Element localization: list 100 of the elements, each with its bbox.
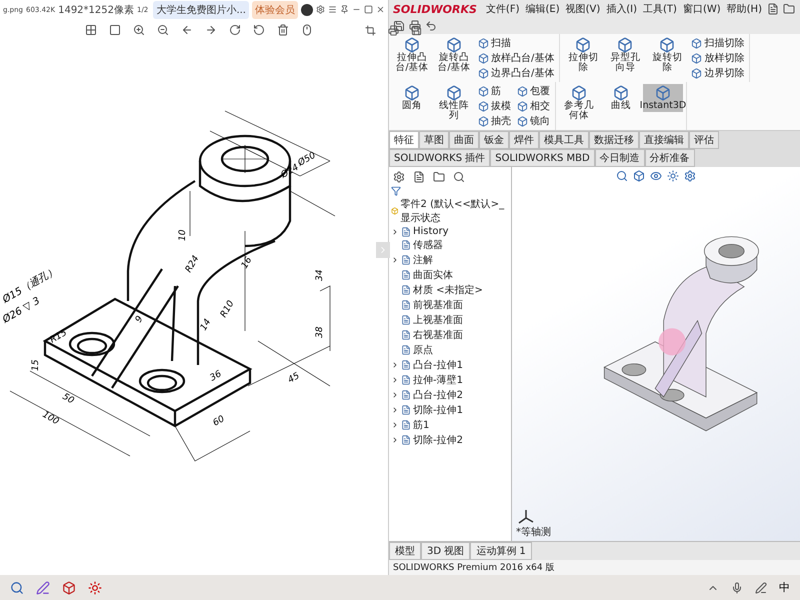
zoom-button[interactable] — [616, 170, 628, 182]
zoom-in-button[interactable] — [133, 24, 145, 36]
fit-screen-button[interactable] — [85, 24, 97, 36]
tree-item[interactable]: 筋1 — [413, 418, 430, 432]
expand-caret-icon[interactable] — [391, 361, 399, 369]
ribbon-button[interactable]: 参考几何体 — [559, 84, 599, 123]
ribbon-button[interactable]: 旋转切除 — [647, 36, 688, 75]
ribbon-button[interactable]: 曲线 — [601, 84, 641, 112]
ribbon-button[interactable]: 边界切除 — [689, 66, 746, 80]
expand-caret-icon[interactable] — [391, 421, 399, 429]
model-tab[interactable]: 3D 视图 — [421, 542, 470, 560]
menu-item[interactable]: 窗口(W) — [682, 2, 722, 16]
delete-button[interactable] — [277, 24, 289, 36]
menu-item[interactable]: 编辑(E) — [524, 2, 561, 16]
ribbon-button[interactable]: 拉伸切除 — [563, 36, 604, 75]
command-tab[interactable]: 曲面 — [449, 131, 479, 149]
pen-button[interactable] — [755, 582, 767, 594]
tree-item[interactable]: 凸台-拉伸1 — [413, 358, 463, 372]
ribbon-button[interactable]: 筋 — [476, 84, 513, 98]
save-button[interactable] — [411, 24, 422, 36]
ribbon-button[interactable]: 旋转凸台/基体 — [434, 36, 474, 75]
dim-tab[interactable] — [453, 171, 465, 183]
print-button[interactable] — [388, 24, 399, 36]
print-button[interactable] — [409, 20, 421, 32]
command-tab[interactable]: 今日制造 — [594, 149, 645, 167]
expand-caret-icon[interactable] — [391, 256, 399, 264]
browser-tab[interactable]: 大学生免费图片小... — [153, 0, 249, 19]
command-tab[interactable]: SOLIDWORKS 插件 — [389, 149, 490, 167]
menu-item[interactable]: 文件(F) — [484, 2, 520, 16]
menu-item[interactable]: 帮助(H) — [726, 2, 763, 16]
mouse-button[interactable] — [301, 24, 313, 36]
avatar[interactable] — [301, 4, 313, 16]
settings-button[interactable] — [316, 5, 325, 14]
tree-item[interactable]: 右视基准面 — [413, 328, 463, 342]
display-style-button[interactable] — [650, 170, 662, 182]
app-button[interactable] — [88, 580, 102, 594]
command-tab[interactable]: 钣金 — [479, 131, 509, 149]
ribbon-button[interactable]: 拔模 — [476, 99, 513, 113]
ribbon-button[interactable]: 拉伸凸台/基体 — [392, 36, 432, 75]
view-orientation-button[interactable] — [633, 170, 645, 182]
menu-item[interactable]: 视图(V) — [564, 2, 602, 16]
command-tab[interactable]: SOLIDWORKS MBD — [490, 149, 595, 167]
tree-item[interactable]: History — [413, 226, 449, 237]
close-button[interactable] — [376, 5, 385, 14]
tree-item[interactable]: 凸台-拉伸2 — [413, 388, 463, 402]
menu-button[interactable] — [328, 5, 337, 14]
tree-item[interactable]: 原点 — [413, 343, 433, 357]
expand-caret-icon[interactable] — [391, 436, 399, 444]
app-button[interactable] — [36, 580, 50, 594]
ribbon-button[interactable]: 线性阵列 — [434, 84, 474, 123]
menu-item[interactable]: 插入(I) — [605, 2, 638, 16]
tree-item[interactable]: 曲面实体 — [413, 268, 453, 282]
ribbon-button[interactable]: 异型孔向导 — [605, 36, 646, 75]
feature-manager-tab[interactable] — [393, 171, 405, 183]
command-tab[interactable]: 分析准备 — [644, 149, 695, 167]
ribbon-button[interactable]: 相交 — [515, 99, 552, 113]
command-tab[interactable]: 特征 — [389, 131, 419, 149]
view-settings-button[interactable] — [684, 170, 696, 182]
next-button[interactable] — [205, 24, 217, 36]
tree-item[interactable]: 材质 <未指定> — [413, 283, 483, 297]
app-button[interactable] — [62, 580, 76, 594]
search-button[interactable] — [10, 580, 24, 594]
actual-size-button[interactable] — [109, 24, 121, 36]
ribbon-button[interactable]: 圆角 — [392, 84, 432, 112]
model-tab[interactable]: 模型 — [389, 542, 421, 560]
scene-button[interactable] — [667, 170, 679, 182]
rotate-right-button[interactable] — [229, 24, 241, 36]
undo-button[interactable] — [425, 20, 437, 32]
ribbon-button[interactable]: 扫描 — [476, 36, 556, 50]
command-tab[interactable]: 数据迁移 — [589, 131, 639, 149]
expand-caret-icon[interactable] — [391, 406, 399, 414]
maximize-button[interactable] — [364, 5, 373, 14]
previous-button[interactable] — [181, 24, 193, 36]
ribbon-button[interactable]: 放样凸台/基体 — [476, 51, 556, 65]
tree-item[interactable]: 传感器 — [413, 238, 443, 252]
tree-item[interactable]: 上视基准面 — [413, 313, 463, 327]
command-tab[interactable]: 模具工具 — [539, 131, 589, 149]
tree-item[interactable]: 前视基准面 — [413, 298, 463, 312]
input-method-indicator[interactable]: 中 — [779, 580, 790, 595]
command-tab[interactable]: 评估 — [689, 131, 719, 149]
property-tab[interactable] — [413, 171, 425, 183]
new-file-button[interactable] — [766, 3, 779, 15]
ribbon-button[interactable]: 抽壳 — [476, 114, 513, 128]
command-tab[interactable]: 直接编辑 — [639, 131, 689, 149]
tree-item[interactable]: 拉伸-薄壁1 — [413, 373, 463, 387]
expand-caret-icon[interactable] — [391, 228, 399, 236]
ribbon-button[interactable]: 扫描切除 — [689, 36, 746, 50]
config-tab[interactable] — [433, 171, 445, 183]
zoom-out-button[interactable] — [157, 24, 169, 36]
ribbon-button[interactable]: 包覆 — [515, 84, 552, 98]
ribbon-button[interactable]: 镜向 — [515, 114, 552, 128]
command-tab[interactable]: 草图 — [419, 131, 449, 149]
expand-caret-icon[interactable] — [391, 391, 399, 399]
model-tab[interactable]: 运动算例 1 — [470, 542, 532, 560]
pin-button[interactable] — [340, 5, 349, 14]
expand-caret-icon[interactable] — [391, 376, 399, 384]
menu-item[interactable]: 工具(T) — [642, 2, 678, 16]
rotate-left-button[interactable] — [253, 24, 265, 36]
microphone-button[interactable] — [731, 582, 743, 594]
crop-button[interactable] — [365, 24, 376, 36]
